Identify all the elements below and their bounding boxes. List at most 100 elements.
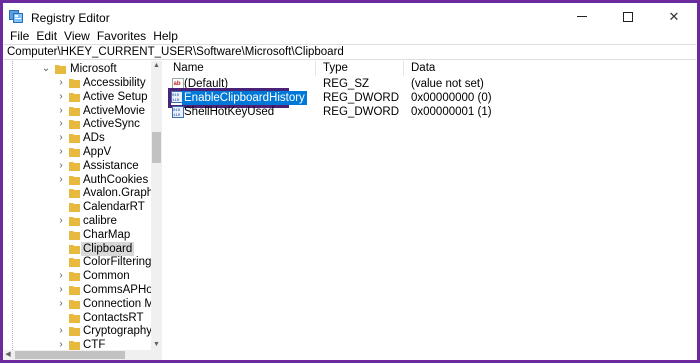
tree-item[interactable]: › ActiveSync: [3, 117, 153, 131]
window-title: Registry Editor: [31, 11, 110, 25]
scroll-down-icon[interactable]: ▼: [151, 340, 162, 350]
close-icon: ✕: [668, 8, 680, 24]
folder-icon: [69, 134, 80, 144]
tree-item-label: Active Setup: [83, 90, 148, 103]
folder-icon: [69, 299, 80, 309]
folder-icon: [69, 203, 80, 213]
maximize-icon: [623, 11, 633, 22]
menu-file[interactable]: File: [7, 29, 32, 44]
menu-edit[interactable]: Edit: [33, 29, 60, 44]
chevron-right-icon[interactable]: ›: [56, 159, 66, 173]
value-type: REG_SZ: [323, 78, 370, 90]
tree-item-label: AuthCookies: [83, 173, 149, 186]
chevron-right-icon[interactable]: ›: [56, 297, 66, 311]
chevron-right-icon[interactable]: ›: [56, 269, 66, 283]
minimize-button[interactable]: [559, 3, 605, 30]
tree-item[interactable]: Clipboard: [3, 241, 153, 256]
column-label: Name: [173, 62, 204, 74]
tree-item[interactable]: CharMap: [3, 228, 153, 242]
chevron-right-icon[interactable]: ›: [56, 145, 66, 159]
scroll-thumb[interactable]: [152, 132, 161, 163]
folder-icon: [69, 272, 80, 282]
tree-item[interactable]: Avalon.Graphics: [3, 186, 161, 200]
tree-item[interactable]: ColorFiltering: [3, 255, 153, 269]
chevron-right-icon[interactable]: ›: [56, 76, 66, 90]
svg-text:110: 110: [172, 99, 180, 103]
values-pane: Name Type Data ab (Default) REG_SZ (valu…: [166, 61, 697, 360]
tree-item[interactable]: › CommsAPHost: [3, 283, 161, 297]
tree-item-label: Assistance: [83, 159, 139, 172]
tree-item-label: Common: [83, 270, 130, 283]
close-button[interactable]: ✕: [651, 3, 697, 30]
tree-item[interactable]: › Assistance: [3, 159, 153, 173]
tree-item-label: calibre: [83, 215, 117, 227]
value-row-shellhotkeyused[interactable]: 010 110 ShellHotKeyUsed REG_DWORD 0x0000…: [166, 105, 697, 119]
folder-icon: [69, 120, 80, 130]
tree-item[interactable]: › calibre: [3, 214, 153, 228]
scroll-up-icon[interactable]: ▲: [151, 61, 162, 71]
folder-icon: [69, 286, 80, 295]
folder-icon: [69, 106, 80, 116]
tree-item[interactable]: ContactsRT: [3, 311, 153, 325]
chevron-right-icon[interactable]: ›: [56, 131, 66, 145]
scroll-thumb-horizontal[interactable]: [15, 351, 125, 359]
minimize-icon: [577, 16, 587, 17]
menu-view[interactable]: View: [61, 29, 93, 44]
folder-icon: [69, 92, 80, 102]
svg-text:010: 010: [172, 94, 180, 98]
tree-item[interactable]: › Cryptography: [3, 324, 153, 338]
tree-item-label: ActiveSync: [83, 118, 140, 131]
chevron-right-icon[interactable]: ›: [56, 173, 66, 187]
menu-favorites[interactable]: Favorites: [94, 29, 149, 44]
tree-item-label: Accessibility: [83, 77, 146, 89]
chevron-right-icon[interactable]: ›: [56, 90, 66, 104]
column-header-type[interactable]: Type: [316, 61, 404, 76]
address-path[interactable]: Computer\HKEY_CURRENT_USER\Software\Micr…: [7, 46, 344, 59]
folder-icon: [69, 148, 80, 157]
tree-item[interactable]: › AuthCookies: [3, 173, 153, 187]
tree-item[interactable]: ›Connection Manag: [3, 297, 161, 311]
svg-text:ab: ab: [174, 81, 181, 87]
chevron-right-icon[interactable]: ›: [56, 214, 66, 228]
tree-item[interactable]: › Common: [3, 269, 153, 283]
chevron-right-icon[interactable]: ›: [56, 324, 66, 338]
value-name-edit-input[interactable]: EnableClipboardHistory: [182, 91, 307, 105]
tree-item[interactable]: CalendarRT: [3, 200, 153, 214]
tree-item[interactable]: › ActiveMovie: [3, 104, 153, 118]
chevron-right-icon[interactable]: ›: [56, 117, 66, 131]
column-label: Type: [323, 62, 348, 74]
folder-icon: [69, 79, 80, 88]
tree-item-microsoft[interactable]: ⌄ Microsoft: [3, 62, 153, 76]
value-type: REG_DWORD: [323, 92, 400, 104]
tree-item-label: Cryptography: [83, 325, 153, 338]
tree-item-label: CharMap: [83, 228, 131, 241]
tree-item[interactable]: › AppV: [3, 145, 153, 159]
scroll-left-icon[interactable]: ◀: [3, 350, 13, 360]
tree-item[interactable]: › ADs: [3, 131, 153, 145]
column-header-data[interactable]: Data: [404, 61, 604, 76]
tree-item-label: CalendarRT: [83, 201, 145, 214]
tree-vertical-scrollbar[interactable]: ▲ ▼: [151, 61, 162, 350]
tree-item[interactable]: › Accessibility: [3, 76, 153, 90]
folder-icon: [69, 230, 80, 240]
value-row-enableclipboardhistory[interactable]: 010 110 EnableClipboardHistory REG_DWORD…: [166, 88, 697, 108]
menu-help[interactable]: Help: [150, 29, 181, 44]
column-header-name[interactable]: Name: [166, 61, 316, 76]
chevron-right-icon[interactable]: ›: [56, 283, 66, 297]
folder-open-icon: [55, 65, 66, 74]
title-bar: Registry Editor ✕: [3, 3, 697, 30]
tree-item-label: Clipboard: [81, 241, 135, 256]
tree-item-label: ColorFiltering: [83, 256, 152, 269]
folder-icon: [69, 341, 80, 351]
address-bar[interactable]: Computer\HKEY_CURRENT_USER\Software\Micr…: [4, 44, 696, 60]
tree-horizontal-scrollbar[interactable]: ◀: [3, 350, 162, 360]
value-type: REG_DWORD: [323, 106, 400, 118]
chevron-right-icon[interactable]: ›: [56, 104, 66, 118]
folder-icon: [69, 217, 80, 226]
folder-icon: [69, 258, 80, 268]
maximize-button[interactable]: [605, 3, 651, 30]
folder-icon: [69, 161, 80, 171]
column-label: Data: [411, 62, 436, 74]
tree-item[interactable]: › Active Setup: [3, 90, 153, 104]
chevron-down-icon[interactable]: ⌄: [41, 62, 51, 76]
